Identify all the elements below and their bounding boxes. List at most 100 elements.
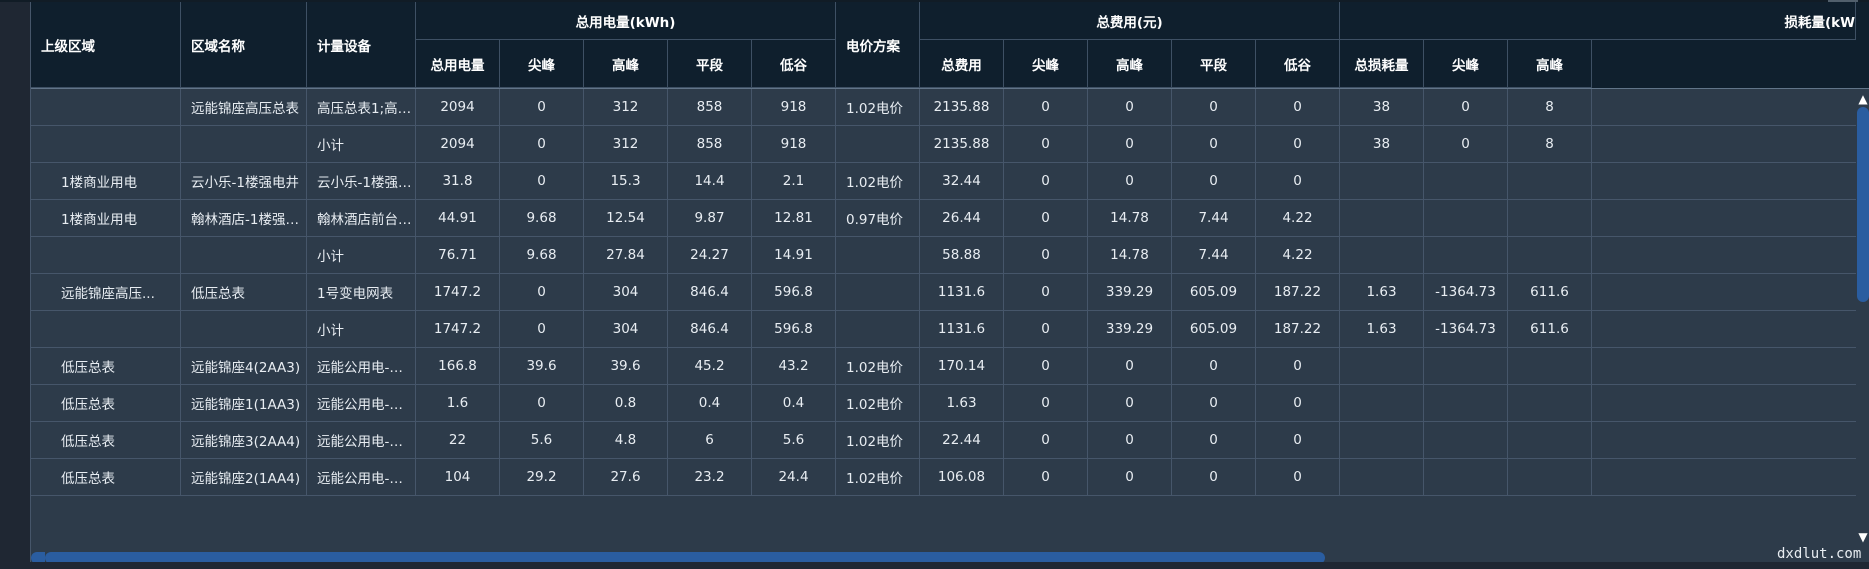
- cell-text: 1747.2: [433, 284, 482, 300]
- cell-text: 低压总表: [61, 397, 115, 413]
- cell-c-high: 339.29: [1088, 311, 1172, 347]
- table-row[interactable]: 小计 76.71 9.68 27.84 24.27 14.91 58.88 0 14.78 7.4…: [31, 237, 1869, 274]
- cell-text: 38: [1372, 99, 1391, 115]
- cell-l-total: [1340, 237, 1424, 273]
- cell-text: 0: [1293, 432, 1302, 448]
- cell-l-total: 1.63: [1340, 274, 1424, 310]
- cell-parent: [31, 89, 181, 125]
- table-row[interactable]: 小计 2094 0 312 858 918 2135.88 0 0 0 0 38 0 8: [31, 126, 1869, 163]
- header-loss-sub: 总损耗量: [1340, 40, 1424, 88]
- cell-text: 4.8: [614, 432, 637, 448]
- horizontal-scroll-left-cap[interactable]: [31, 552, 45, 562]
- cell-text: 38: [1372, 136, 1391, 152]
- table-row[interactable]: 远能锦座高压... 低压总表 1号变电网表 1747.2 0 304 846.4 596.8 1…: [31, 274, 1869, 311]
- cell-text: 远能公用电-配...: [317, 397, 415, 413]
- cell-text: 1.02电价: [846, 434, 904, 450]
- cell-text: 0: [1041, 395, 1050, 411]
- table-row[interactable]: 1楼商业用电 云小乐-1楼强电井 云小乐-1楼强电... 31.8 0 15.3 14.4 2…: [31, 163, 1869, 200]
- cell-text: 14.91: [774, 247, 813, 263]
- cell-text: 2135.88: [933, 136, 990, 152]
- cell-text: 312: [612, 99, 639, 115]
- cell-c-valley: 4.22: [1256, 237, 1340, 273]
- cell-text: 9.87: [694, 210, 725, 226]
- cell-p-peak: 9.68: [500, 237, 584, 273]
- cell-l-high: 8: [1508, 89, 1592, 125]
- cell-l-peak: [1424, 200, 1508, 236]
- cell-text: 0: [537, 136, 546, 152]
- cell-text: 远能公用电-配...: [317, 434, 415, 450]
- cell-text: 0: [1041, 210, 1050, 226]
- cell-c-peak: 0: [1004, 348, 1088, 384]
- cell-c-high: 0: [1088, 459, 1172, 495]
- vertical-scrollbar[interactable]: ▲ ▼: [1856, 92, 1869, 547]
- cell-p-high: 312: [584, 126, 668, 162]
- cell-p-flat: 846.4: [668, 274, 752, 310]
- cell-p-valley: 5.6: [752, 422, 836, 458]
- cell-c-flat: 7.44: [1172, 200, 1256, 236]
- cell-text: 2135.88: [933, 99, 990, 115]
- cell-text: 远能公用电-配...: [317, 360, 415, 376]
- cell-c-high: 0: [1088, 126, 1172, 162]
- cell-p-flat: 0.4: [668, 385, 752, 421]
- cell-l-total: [1340, 385, 1424, 421]
- cell-c-flat: 7.44: [1172, 237, 1256, 273]
- cell-l-high: [1508, 200, 1592, 236]
- cell-text: 0: [537, 99, 546, 115]
- cell-text: 1.02电价: [846, 471, 904, 487]
- cell-text: 0: [1125, 99, 1134, 115]
- cell-l-high: 611.6: [1508, 274, 1592, 310]
- cell-l-peak: 0: [1424, 126, 1508, 162]
- cell-plan: 1.02电价: [836, 163, 920, 199]
- cell-p-flat: 14.4: [668, 163, 752, 199]
- cell-p-flat: 9.87: [668, 200, 752, 236]
- cell-parent: [31, 311, 181, 347]
- cell-text: 0: [1125, 432, 1134, 448]
- cell-text: 0: [1125, 395, 1134, 411]
- vertical-scroll-thumb[interactable]: [1857, 107, 1869, 302]
- table-row[interactable]: 1楼商业用电 翰林酒店-1楼强电井 翰林酒店前台-1... 44.91 9.68 12.5…: [31, 200, 1869, 237]
- header-cost-sub: 尖峰: [1004, 40, 1088, 88]
- cell-text: 0: [1293, 173, 1302, 189]
- cell-p-valley: 596.8: [752, 311, 836, 347]
- cell-parent: [31, 237, 181, 273]
- cell-c-high: 0: [1088, 89, 1172, 125]
- cell-l-total: [1340, 348, 1424, 384]
- arrow-down-icon[interactable]: ▼: [1856, 530, 1869, 544]
- cell-p-total: 166.8: [416, 348, 500, 384]
- table-row[interactable]: 低压总表 远能锦座3(2AA4) 远能公用电-配... 22 5.6 4.8 6 5.6 1.0…: [31, 422, 1869, 459]
- cell-text: 8: [1545, 99, 1554, 115]
- cell-text: 104: [444, 469, 471, 485]
- table-row[interactable]: 低压总表 远能锦座2(1AA4) 远能公用电-配... 104 29.2 27.6 23.2…: [31, 459, 1869, 496]
- cell-l-peak: 0: [1424, 89, 1508, 125]
- table-row[interactable]: 低压总表 远能锦座1(1AA3) 远能公用电-配... 1.6 0 0.8 0.4 0.4 1.…: [31, 385, 1869, 422]
- horizontal-scrollbar[interactable]: [31, 552, 1856, 562]
- cell-text: 1.02电价: [846, 360, 904, 376]
- cell-c-high: 0: [1088, 163, 1172, 199]
- cell-text: 1.02电价: [846, 175, 904, 191]
- cell-text: 26.44: [942, 210, 981, 226]
- table-row[interactable]: 小计 1747.2 0 304 846.4 596.8 1131.6 0 339.29 605.0…: [31, 311, 1869, 348]
- cell-text: 翰林酒店前台-1...: [317, 212, 415, 228]
- cell-area: 低压总表: [181, 274, 307, 310]
- cell-text: 918: [780, 99, 807, 115]
- header-price-plan: 电价方案: [836, 2, 920, 88]
- cell-plan: [836, 237, 920, 273]
- table-row[interactable]: 低压总表 远能锦座4(2AA3) 远能公用电-配... 166.8 39.6 39.6 45…: [31, 348, 1869, 385]
- cell-c-flat: 605.09: [1172, 311, 1256, 347]
- cell-text: 0: [1209, 99, 1218, 115]
- horizontal-scroll-thumb[interactable]: [45, 552, 1325, 562]
- cell-text: 846.4: [690, 284, 729, 300]
- cell-area: 远能锦座高压总表: [181, 89, 307, 125]
- cell-l-total: 38: [1340, 126, 1424, 162]
- cell-l-high: [1508, 459, 1592, 495]
- cell-c-total: 1131.6: [920, 274, 1004, 310]
- cell-text: 7.44: [1198, 210, 1229, 226]
- cell-plan: 1.02电价: [836, 422, 920, 458]
- cell-plan: [836, 126, 920, 162]
- cell-c-peak: 0: [1004, 163, 1088, 199]
- cell-c-total: 2135.88: [920, 126, 1004, 162]
- arrow-up-icon[interactable]: ▲: [1856, 92, 1869, 106]
- cell-l-high: [1508, 348, 1592, 384]
- cell-c-flat: 0: [1172, 385, 1256, 421]
- table-row[interactable]: 远能锦座高压总表 高压总表1;高压... 2094 0 312 858 918 1.02电价 2…: [31, 89, 1869, 126]
